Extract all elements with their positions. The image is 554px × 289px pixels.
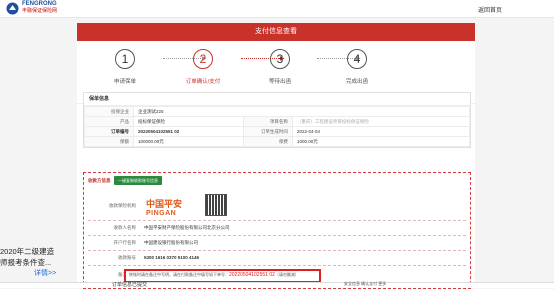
- note-suffix: （请勿删减）: [274, 272, 299, 277]
- order-info-section: 保单信息 投保企业 企业测试225 产品 投标保证保险 项目名称 （重庆）工程建…: [83, 92, 471, 148]
- step-3: 3 等待出函: [250, 49, 310, 85]
- order-date: 2022-04-04: [291, 126, 471, 137]
- divider: [88, 265, 466, 266]
- field-label: 产品: [84, 116, 134, 127]
- qr-code-icon: [205, 194, 227, 216]
- brand-name: FENGRONG: [22, 1, 57, 7]
- bank-name[interactable]: 中国建设银行股份有限公司: [144, 240, 198, 246]
- field-label: 收款人名称: [113, 225, 137, 230]
- product-value: 投标保证保险: [133, 116, 244, 127]
- account-number[interactable]: 5300 1616 0370 5100 4146: [144, 255, 199, 260]
- payee-name[interactable]: 中国平安财产保险股份有限公司北京分公司: [144, 225, 230, 231]
- note-prefix: 转账时请在备注中写明，请在付款备注中填写如下单号：: [129, 272, 229, 277]
- logo-en: PINGAN: [146, 210, 177, 217]
- bottom-bar: [0, 282, 554, 288]
- step-4: 4 完成出函: [327, 49, 387, 85]
- field-label: 保费: [242, 136, 293, 147]
- ad-banner[interactable]: 2020年二级建造 师报考条件查... 详情>>: [0, 246, 110, 278]
- premium-value: 1000.00元: [291, 136, 471, 147]
- logo-cn: 中国平安: [146, 199, 183, 209]
- divider: [88, 220, 466, 221]
- note-order-number: 20220504102551 02: [229, 272, 275, 278]
- insured-value: 企业测试225: [133, 106, 470, 117]
- bottom-actions[interactable]: 安全信息 确认支付 更多: [344, 281, 386, 287]
- step-label: 等待出函: [268, 79, 291, 85]
- order-number: 20220504102551 02: [133, 126, 244, 137]
- step-number: 3: [270, 49, 290, 69]
- pingan-logo: 中国平安 PINGAN: [146, 197, 182, 217]
- field-label: 保额: [84, 136, 134, 147]
- step-number: 2: [193, 49, 213, 69]
- ad-line-2: 师报考条件查...: [0, 258, 52, 267]
- ad-details-link[interactable]: 详情>>: [0, 268, 110, 278]
- step-label: 完成出函: [345, 79, 368, 85]
- step-2: 2 订单确认/支付: [173, 49, 233, 85]
- copy-account-button[interactable]: 一键复制收款账号信息: [114, 176, 162, 185]
- field-label: 订单生成时间: [242, 126, 293, 137]
- step-1: 1 申请保单: [95, 49, 155, 85]
- divider: [88, 250, 466, 251]
- project-value: （重庆）工程建设项目投标保证保险: [291, 116, 471, 127]
- step-label: 订单确认/支付: [185, 79, 221, 85]
- fengrong-logo-icon: [6, 2, 19, 15]
- ad-line-1: 2020年二级建造: [0, 247, 55, 256]
- section-title: 收款方信息: [88, 178, 111, 183]
- field-label: 收款保险机构: [109, 203, 136, 208]
- step-number: 4: [347, 49, 367, 69]
- field-label: 投保企业: [84, 106, 134, 117]
- field-label: 项目名称: [242, 116, 293, 127]
- payment-note-highlight: 转账时请在备注中写明，请在付款备注中填写如下单号：20220504102551 …: [124, 269, 321, 283]
- step-number: 1: [115, 49, 135, 69]
- payment-note[interactable]: 转账时请在备注中写明，请在付款备注中填写如下单号：20220504102551 …: [129, 272, 299, 278]
- brand-subtitle: 丰融保证保险网: [22, 8, 58, 14]
- home-link[interactable]: 返回首页: [478, 5, 502, 14]
- amount-value: 100000.00元: [133, 136, 244, 147]
- order-info-table: 投保企业 企业测试225 产品 投标保证保险 项目名称 （重庆）工程建设项目投标…: [84, 106, 471, 147]
- step-label: 申请保单: [113, 79, 136, 85]
- section-title: 保单信息: [84, 93, 470, 106]
- panel-title: 支付信息查看: [77, 23, 475, 41]
- top-bar: FENGRONG 丰融保证保险网 返回首页: [0, 0, 554, 18]
- divider: [88, 235, 466, 236]
- field-label: 订单编号: [84, 126, 134, 137]
- payment-panel: 支付信息查看 1 申请保单 ▶ 2 订单确认/支付 ▶ 3 等待出函 ▶ 4 完…: [77, 23, 475, 289]
